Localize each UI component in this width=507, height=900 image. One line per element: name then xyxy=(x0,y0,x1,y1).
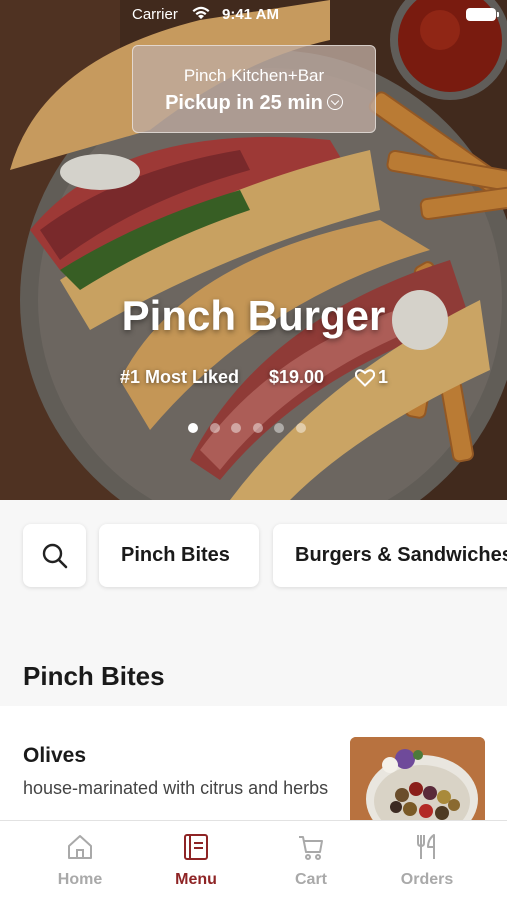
tab-cart[interactable]: Cart xyxy=(261,821,361,900)
carousel-dot[interactable] xyxy=(188,423,198,433)
pickup-time[interactable]: Pickup in 25 min xyxy=(133,92,375,115)
carousel-dot[interactable] xyxy=(209,423,220,433)
tab-bar: Home Menu Cart Orders xyxy=(0,820,507,900)
tab-home-label: Home xyxy=(57,871,103,888)
carrier-label: Carrier xyxy=(132,6,178,23)
section-title: Pinch Bites xyxy=(23,661,165,691)
status-bar: Carrier 9:41 AM xyxy=(0,0,507,30)
pickup-selector[interactable]: Pinch Kitchen+Bar Pickup in 25 min xyxy=(132,45,376,133)
carousel-dot[interactable] xyxy=(274,423,284,433)
chevron-down-icon xyxy=(326,93,343,110)
pickup-time-label: Pickup in 25 min xyxy=(165,92,323,114)
menu-item-description: house-marinated with citrus and herbs xyxy=(23,778,329,798)
carousel-dot[interactable] xyxy=(252,423,263,433)
wifi-icon xyxy=(192,6,210,19)
menu-book-icon xyxy=(184,834,208,860)
category-chip-pinch-bites[interactable]: Pinch Bites xyxy=(99,524,259,587)
featured-item-title: Pinch Burger xyxy=(121,292,386,339)
carousel-dot[interactable] xyxy=(231,423,241,433)
like-count: 1 xyxy=(378,367,389,387)
search-button[interactable] xyxy=(23,524,86,587)
restaurant-name: Pinch Kitchen+Bar xyxy=(183,66,325,85)
tab-orders[interactable]: Orders xyxy=(377,821,477,900)
cart-icon xyxy=(299,836,323,860)
battery-icon xyxy=(466,8,499,21)
category-bar: Pinch Bites Burgers & Sandwiches xyxy=(0,500,507,606)
status-time: 9:41 AM xyxy=(222,6,279,23)
featured-tag: #1 Most Liked xyxy=(120,367,240,387)
fork-knife-icon xyxy=(417,834,435,859)
search-icon xyxy=(42,543,68,569)
category-chip-burgers-sandwiches[interactable]: Burgers & Sandwiches xyxy=(273,524,507,587)
menu-item-name: Olives xyxy=(23,744,87,767)
hero-banner[interactable]: Carrier 9:41 AM Pinch Kitchen+Bar Pickup… xyxy=(0,0,507,500)
tab-cart-label: Cart xyxy=(294,871,327,888)
heart-icon[interactable] xyxy=(355,369,375,387)
tab-orders-label: Orders xyxy=(400,871,454,888)
featured-price: $19.00 xyxy=(269,367,325,387)
carousel-dot[interactable] xyxy=(295,423,306,433)
tab-home[interactable]: Home xyxy=(30,821,130,900)
tab-menu-label: Menu xyxy=(175,871,217,888)
home-icon xyxy=(68,835,92,859)
tab-menu[interactable]: Menu xyxy=(146,821,246,900)
menu-item-photo xyxy=(350,737,485,820)
menu-item-olives[interactable]: Olives house-marinated with citrus and h… xyxy=(0,706,507,820)
